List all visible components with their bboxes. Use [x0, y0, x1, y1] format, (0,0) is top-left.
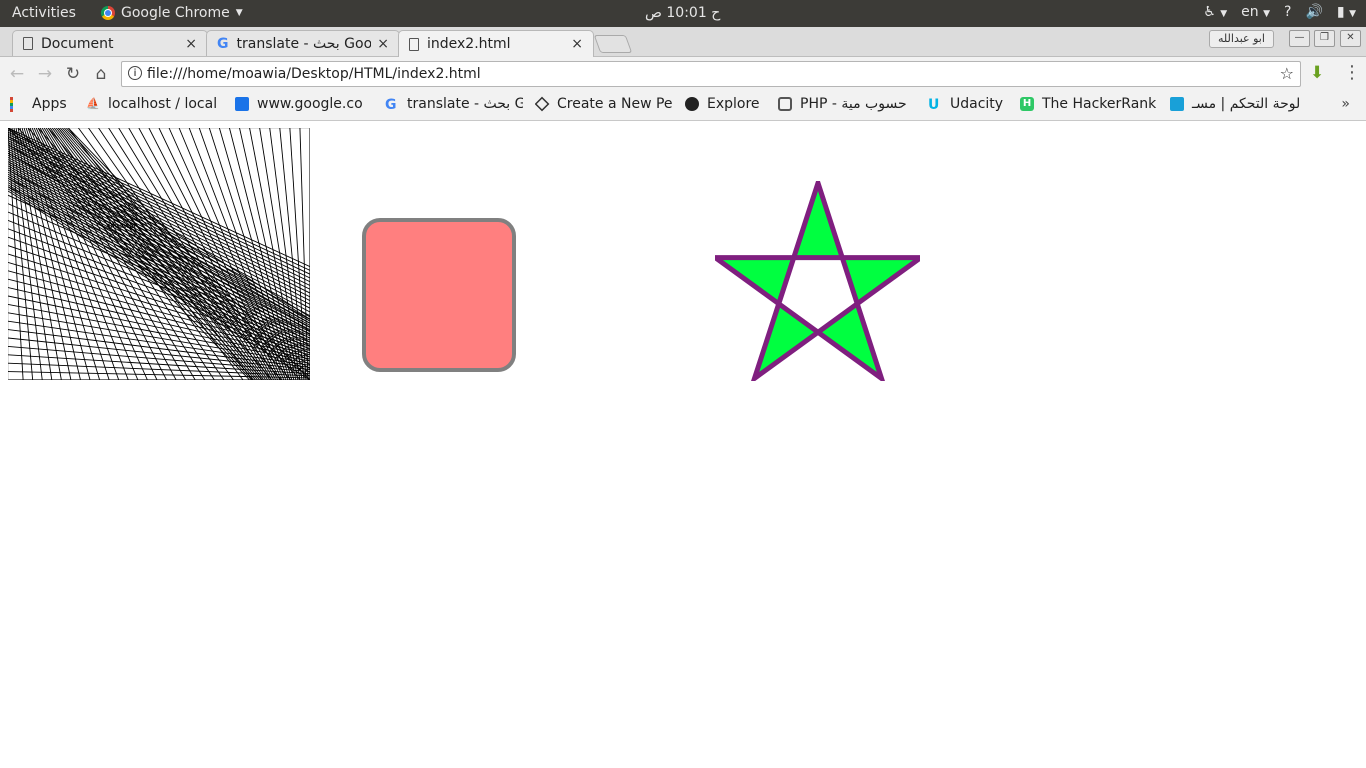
close-icon[interactable]: ×	[377, 36, 389, 52]
profile-button[interactable]: ابو عبدالله	[1209, 30, 1274, 48]
bookmark-label: لوحة التحكم | مسـ	[1192, 96, 1301, 112]
accessibility-icon[interactable]: ♿ ▼	[1203, 4, 1227, 20]
forward-button[interactable]: →	[34, 63, 56, 85]
bookmark-codepen[interactable]: Create a New Pe	[535, 96, 672, 112]
maximize-button[interactable]: ❐	[1314, 30, 1335, 47]
extension-download-icon[interactable]: ⬇	[1310, 63, 1324, 83]
line-art-canvas: moawia	[8, 128, 310, 380]
apps-grid-icon	[10, 97, 24, 112]
home-button[interactable]: ⌂	[90, 63, 112, 85]
bookmark-label: www.google.co	[257, 96, 363, 112]
star-polygon	[715, 181, 920, 381]
github-icon	[685, 97, 699, 111]
minimize-button[interactable]: —	[1289, 30, 1310, 47]
page-content: moawia	[0, 121, 1366, 768]
canvas-text: moawia	[108, 221, 136, 230]
bookmarks-overflow-button[interactable]: »	[1341, 96, 1350, 112]
tab-title: translate - بحث Goo	[236, 35, 372, 52]
bookmark-label: Udacity	[950, 96, 1004, 112]
document-icon	[23, 37, 33, 50]
bookmark-star-icon[interactable]: ☆	[1280, 64, 1294, 83]
back-button[interactable]: ←	[6, 63, 28, 85]
google-g-icon: G	[217, 35, 229, 52]
tab-title: Document	[41, 35, 114, 52]
bookmark-translate[interactable]: G translate - بحث G	[385, 96, 523, 112]
gnome-top-bar: Activities Google Chrome ▼ ح 10:01 ص ♿ ▼…	[0, 0, 1366, 27]
close-icon[interactable]: ×	[185, 36, 197, 52]
bookmark-dashboard[interactable]: لوحة التحكم | مسـ	[1170, 96, 1310, 112]
bookmark-hackerrank[interactable]: H The HackerRank	[1020, 96, 1158, 112]
udacity-icon: U	[928, 97, 940, 112]
app-menu[interactable]: Google Chrome ▼	[101, 5, 243, 21]
bookmark-label: Explore	[707, 96, 760, 112]
new-tab-button[interactable]	[593, 35, 633, 53]
battery-icon[interactable]: ▮ ▼	[1337, 4, 1356, 20]
bookmark-label: translate - بحث G	[407, 96, 523, 112]
tab-index2[interactable]: index2.html ×	[398, 30, 594, 57]
bookmark-localhost[interactable]: ⛵ localhost / local	[86, 96, 222, 112]
bookmark-label: localhost / local	[108, 96, 218, 112]
bookmark-github[interactable]: Explore	[685, 96, 760, 112]
activities-button[interactable]: Activities	[12, 5, 76, 21]
tab-document[interactable]: Document ×	[12, 30, 208, 56]
google-g-icon: G	[385, 97, 397, 112]
tab-translate[interactable]: G translate - بحث Goo ×	[206, 30, 400, 56]
browser-toolbar: ← → ↻ ⌂ i ☆ ⬇ ⋮	[0, 57, 1366, 91]
document-icon	[409, 37, 419, 51]
bookmark-udacity[interactable]: U Udacity	[928, 96, 1003, 112]
chrome-logo-icon	[101, 6, 115, 20]
bookmark-label: Apps	[32, 96, 67, 112]
kebab-menu-icon[interactable]: ⋮	[1343, 62, 1361, 83]
app-menu-label: Google Chrome	[121, 5, 230, 21]
hsoub-icon	[778, 97, 792, 111]
network-icon[interactable]: ?	[1284, 4, 1291, 20]
system-tray: ♿ ▼ en ▼ ? 🔊 ▮ ▼	[1203, 4, 1356, 20]
dashboard-icon	[1170, 97, 1184, 111]
address-bar[interactable]: i ☆	[121, 61, 1301, 87]
hackerrank-icon: H	[1020, 97, 1034, 111]
chevron-down-icon: ▼	[235, 8, 243, 18]
close-icon[interactable]: ×	[571, 36, 583, 52]
flag-icon	[235, 97, 249, 111]
bookmark-label: The HackerRank	[1042, 96, 1157, 112]
star-shape	[715, 181, 920, 381]
tab-title: index2.html	[427, 36, 511, 52]
bookmarks-bar: Apps ⛵ localhost / local www.google.co G…	[0, 91, 1366, 121]
tab-strip: Document × G translate - بحث Goo × index…	[0, 27, 1366, 57]
bookmark-label: PHP - حسوب مية	[800, 96, 907, 112]
codepen-icon	[535, 96, 550, 112]
rounded-square	[362, 218, 516, 372]
keyboard-layout[interactable]: en ▼	[1241, 4, 1270, 20]
reload-button[interactable]: ↻	[62, 63, 84, 85]
bookmark-php[interactable]: PHP - حسوب مية	[778, 96, 918, 112]
bookmark-google[interactable]: www.google.co	[235, 96, 373, 112]
volume-icon[interactable]: 🔊	[1305, 4, 1322, 20]
info-icon[interactable]: i	[128, 66, 142, 80]
close-window-button[interactable]: ✕	[1340, 30, 1361, 47]
clock[interactable]: ح 10:01 ص	[645, 5, 720, 21]
phpmyadmin-icon: ⛵	[86, 97, 100, 110]
url-input[interactable]	[147, 64, 1277, 84]
bookmark-apps[interactable]: Apps	[10, 96, 67, 112]
bookmark-label: Create a New Pe	[557, 96, 672, 112]
